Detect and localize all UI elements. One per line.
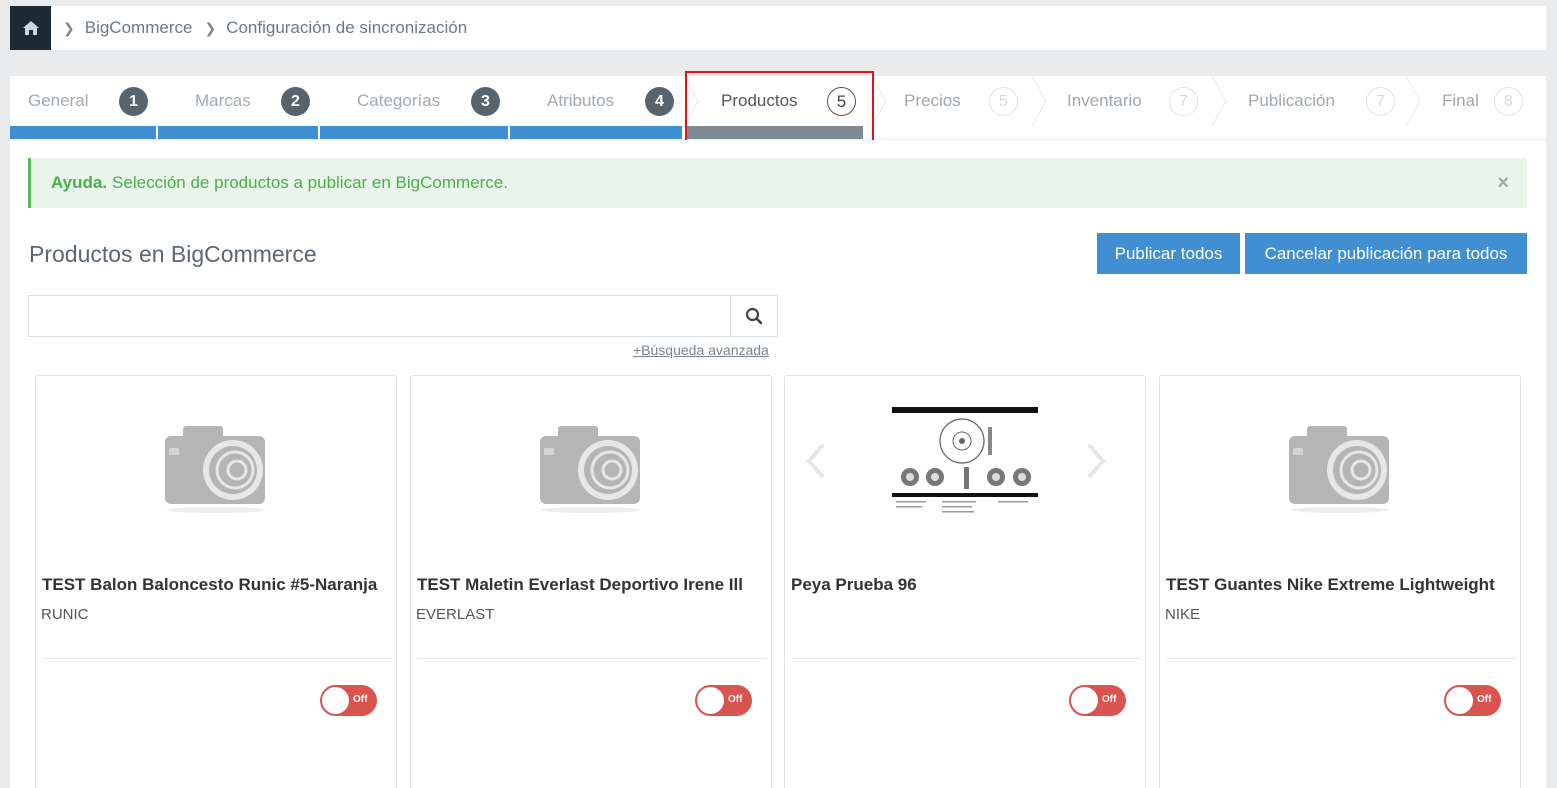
- step-separator-icon: [1212, 76, 1227, 126]
- camera-placeholder-icon: [540, 425, 641, 513]
- breadcrumb-item-sync-config: ❯ Configuración de sincronización: [192, 18, 467, 38]
- product-brand: NIKE: [1165, 606, 1201, 623]
- product-brand: EVERLAST: [416, 606, 495, 623]
- page-title: Productos en BigCommerce: [29, 241, 317, 267]
- search-icon: [745, 307, 763, 325]
- step-progress-bar: [510, 126, 682, 139]
- card-divider: [417, 658, 767, 659]
- camera-placeholder-icon: [1289, 425, 1390, 513]
- step-label: Inventario: [1067, 91, 1142, 110]
- step-publicacion[interactable]: Publicación 7: [1248, 76, 1408, 126]
- step-inventario[interactable]: Inventario 7: [1067, 76, 1217, 126]
- toggle-label: Off: [1102, 694, 1117, 705]
- breadcrumb: ❯ BigCommerce ❯ Configuración de sincron…: [10, 6, 1546, 50]
- search-bar: [28, 295, 778, 337]
- step-separator-icon: [872, 76, 887, 126]
- step-atributos[interactable]: Atributos 4: [547, 76, 697, 126]
- publish-toggle[interactable]: Off: [695, 685, 752, 716]
- help-alert: Ayuda. Selección de productos a publicar…: [28, 158, 1527, 208]
- toggle-label: Off: [728, 694, 743, 705]
- step-label: Marcas: [195, 91, 251, 110]
- product-image: [36, 376, 396, 551]
- product-card: Peya Prueba 96 Off: [784, 375, 1146, 788]
- card-divider: [42, 658, 392, 659]
- product-title[interactable]: TEST Balon Baloncesto Runic #5-Naranja: [42, 575, 392, 595]
- toggle-knob: [697, 687, 724, 714]
- product-brand: RUNIC: [41, 606, 89, 623]
- publish-toggle[interactable]: Off: [1444, 685, 1501, 716]
- alert-text: Selección de productos a publicar en Big…: [112, 173, 508, 192]
- card-divider: [1166, 658, 1516, 659]
- toggle-label: Off: [1477, 694, 1492, 705]
- step-number: 7: [1169, 87, 1198, 116]
- product-card: TEST Balon Baloncesto Runic #5-Naranja R…: [35, 375, 397, 788]
- alert-strong: Ayuda.: [51, 173, 108, 192]
- carousel-next-icon[interactable]: [1085, 441, 1109, 481]
- publish-all-button[interactable]: Publicar todos: [1097, 233, 1240, 274]
- product-image: [411, 376, 771, 551]
- breadcrumb-label: BigCommerce: [84, 18, 193, 37]
- chevron-right-icon: ❯: [63, 19, 75, 36]
- step-label: General: [28, 91, 89, 110]
- step-general[interactable]: General 1: [28, 76, 158, 126]
- step-label: Final: [1442, 91, 1479, 110]
- product-card: TEST Guantes Nike Extreme Lightweight NI…: [1159, 375, 1521, 788]
- step-separator-icon: [1032, 76, 1047, 126]
- main-panel: Ayuda. Selección de productos a publicar…: [10, 140, 1546, 788]
- toggle-knob: [1446, 687, 1473, 714]
- brake-disc-product-image: [892, 404, 1038, 523]
- step-label: Categorías: [357, 91, 441, 110]
- close-icon[interactable]: ×: [1497, 172, 1509, 195]
- advanced-search-link[interactable]: +Búsqueda avanzada: [633, 342, 769, 358]
- step-number: 8: [1494, 87, 1523, 116]
- breadcrumb-item-bigcommerce[interactable]: ❯ BigCommerce: [51, 18, 192, 38]
- publish-toggle[interactable]: Off: [320, 685, 377, 716]
- step-number: 2: [281, 87, 310, 116]
- step-label: Publicación: [1248, 91, 1335, 110]
- step-number: 1: [119, 87, 148, 116]
- publish-toggle[interactable]: Off: [1069, 685, 1126, 716]
- camera-placeholder-icon: [165, 425, 266, 513]
- step-precios[interactable]: Precios 5: [904, 76, 1034, 126]
- step-number: 3: [471, 87, 500, 116]
- step-progress-bar: [10, 126, 156, 139]
- product-image: [1160, 376, 1520, 551]
- home-button[interactable]: [10, 6, 51, 50]
- breadcrumb-label: Configuración de sincronización: [226, 18, 468, 37]
- step-number: 4: [645, 87, 674, 116]
- chevron-right-icon: ❯: [204, 19, 217, 36]
- cancel-all-button[interactable]: Cancelar publicación para todos: [1245, 233, 1527, 274]
- card-divider: [791, 658, 1141, 659]
- current-step-highlight: [685, 71, 874, 147]
- step-progress-bar: [320, 126, 508, 139]
- product-card: TEST Maletin Everlast Deportivo Irene Il…: [410, 375, 772, 788]
- step-categorias[interactable]: Categorías 3: [357, 76, 507, 126]
- step-label: Atributos: [547, 91, 615, 110]
- product-title[interactable]: TEST Maletin Everlast Deportivo Irene Il…: [417, 575, 767, 595]
- search-input[interactable]: [29, 296, 730, 336]
- search-button[interactable]: [730, 296, 777, 336]
- home-icon: [22, 21, 39, 35]
- step-number: 7: [1366, 87, 1395, 116]
- toggle-knob: [322, 687, 349, 714]
- step-separator-icon: [1406, 76, 1421, 126]
- step-final[interactable]: Final 8: [1442, 76, 1542, 126]
- toggle-knob: [1071, 687, 1098, 714]
- step-progress-bar: [158, 126, 318, 139]
- step-marcas[interactable]: Marcas 2: [195, 76, 315, 126]
- product-title[interactable]: Peya Prueba 96: [791, 575, 1141, 595]
- product-title[interactable]: TEST Guantes Nike Extreme Lightweight: [1166, 575, 1516, 595]
- step-number: 5: [989, 87, 1018, 116]
- toggle-label: Off: [353, 694, 368, 705]
- step-label: Precios: [904, 91, 961, 110]
